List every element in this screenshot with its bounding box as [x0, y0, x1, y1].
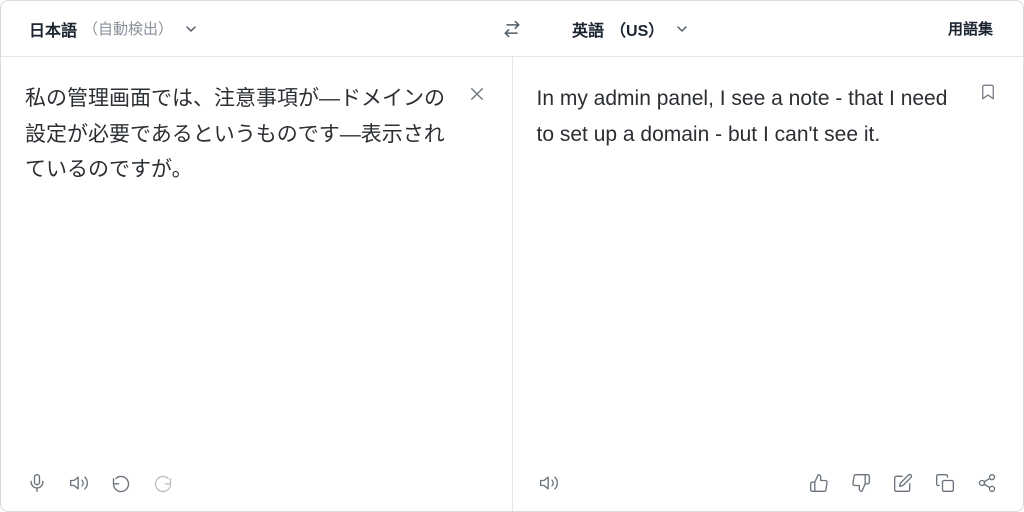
- source-language-name: 日本語: [29, 17, 77, 41]
- header-bar: 日本語 （自動検出） 英語 （US）: [1, 1, 1023, 57]
- target-actions-group: [807, 471, 999, 495]
- thumbs-down-button[interactable]: [849, 471, 873, 495]
- copy-button[interactable]: [933, 471, 957, 495]
- chevron-down-icon: [183, 21, 199, 37]
- swap-languages-wrapper: [494, 11, 530, 47]
- speaker-icon: [539, 473, 559, 493]
- target-pane: In my admin panel, I see a note - that I…: [513, 57, 1024, 511]
- translator-container: 日本語 （自動検出） 英語 （US）: [0, 0, 1024, 512]
- target-language-region: （US）: [610, 17, 664, 41]
- redo-icon: [153, 473, 173, 493]
- thumbs-down-icon: [851, 473, 871, 493]
- source-pane: 私の管理画面では、注意事項が―ドメインの設定が必要であるというものです―表示され…: [1, 57, 513, 511]
- microphone-button[interactable]: [25, 471, 49, 495]
- copy-icon: [935, 473, 955, 493]
- undo-button[interactable]: [109, 471, 133, 495]
- source-language-selector[interactable]: 日本語 （自動検出）: [21, 11, 207, 47]
- share-icon: [977, 473, 997, 493]
- source-header: 日本語 （自動検出）: [1, 1, 512, 56]
- thumbs-up-button[interactable]: [807, 471, 831, 495]
- target-text-output: In my admin panel, I see a note - that I…: [513, 57, 1024, 459]
- edit-icon: [893, 473, 913, 493]
- glossary-button[interactable]: 用語集: [938, 12, 1003, 45]
- redo-button[interactable]: [151, 471, 175, 495]
- clear-source-button[interactable]: [464, 81, 490, 107]
- play-target-audio-button[interactable]: [537, 471, 561, 495]
- source-auto-detect-label: （自動検出）: [83, 18, 173, 39]
- microphone-icon: [27, 473, 47, 493]
- source-toolbar: [1, 459, 512, 511]
- chevron-down-icon: [674, 21, 690, 37]
- speaker-icon: [69, 473, 89, 493]
- panes: 私の管理画面では、注意事項が―ドメインの設定が必要であるというものです―表示され…: [1, 57, 1023, 511]
- close-icon: [468, 85, 486, 103]
- play-source-audio-button[interactable]: [67, 471, 91, 495]
- target-header: 英語 （US） 用語集: [512, 1, 1023, 56]
- save-translation-button[interactable]: [975, 79, 1001, 105]
- swap-icon: [502, 19, 522, 39]
- share-button[interactable]: [975, 471, 999, 495]
- source-text-input[interactable]: 私の管理画面では、注意事項が―ドメインの設定が必要であるというものです―表示され…: [1, 57, 512, 459]
- target-language-selector[interactable]: 英語 （US）: [564, 11, 698, 47]
- target-language-name: 英語: [572, 17, 604, 41]
- thumbs-up-icon: [809, 473, 829, 493]
- target-toolbar: [513, 459, 1024, 511]
- undo-icon: [111, 473, 131, 493]
- bookmark-icon: [979, 83, 997, 101]
- swap-languages-button[interactable]: [494, 11, 530, 47]
- edit-button[interactable]: [891, 471, 915, 495]
